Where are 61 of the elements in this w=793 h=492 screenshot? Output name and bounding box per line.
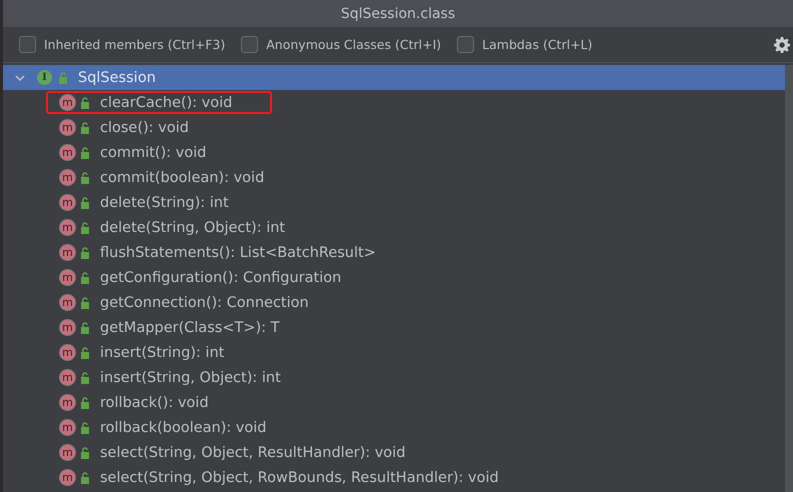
unlocked-padlock-icon <box>80 346 91 358</box>
unlocked-padlock-icon <box>80 472 91 484</box>
unlocked-padlock-icon <box>80 296 91 308</box>
checkbox-label[interactable]: Lambdas (Ctrl+L) <box>482 37 592 52</box>
tree-item[interactable]: commit(boolean): void <box>100 170 264 186</box>
tree-item[interactable]: close(): void <box>100 120 189 136</box>
checkbox-label[interactable]: Anonymous Classes (Ctrl+I) <box>266 37 442 52</box>
unlocked-padlock-icon <box>80 372 91 384</box>
unlocked-padlock-icon <box>80 446 91 458</box>
method-icon: m <box>60 145 75 160</box>
tree-item[interactable]: delete(String): int <box>100 194 229 210</box>
method-icon: m <box>60 320 75 335</box>
method-icon: m <box>60 270 75 285</box>
unlocked-padlock-icon <box>80 222 91 234</box>
tree-item[interactable]: commit(): void <box>100 144 206 160</box>
tree-item[interactable]: insert(String, Object): int <box>100 370 281 386</box>
tree-item[interactable]: getConfiguration(): Configuration <box>100 270 342 286</box>
tree-item-label: SqlSession <box>78 70 156 86</box>
method-icon: m <box>60 170 75 185</box>
method-icon: m <box>60 420 75 435</box>
checkbox-label[interactable]: Inherited members (Ctrl+F3) <box>44 37 226 52</box>
tree-item[interactable]: getMapper(Class<T>): T <box>100 320 280 336</box>
window-title: SqlSession.class <box>340 6 456 22</box>
checkbox[interactable] <box>19 36 36 53</box>
method-icon: m <box>60 345 75 360</box>
tree-item[interactable]: I SqlSession <box>3 65 785 90</box>
tree-item[interactable]: select(String, Object, ResultHandler): void <box>100 444 406 460</box>
tree-item[interactable]: insert(String): int <box>100 344 224 360</box>
method-icon: m <box>60 120 75 135</box>
method-icon: m <box>60 295 75 310</box>
checkbox[interactable] <box>241 36 258 53</box>
unlocked-padlock-icon <box>58 72 69 84</box>
unlocked-padlock-icon <box>80 172 91 184</box>
method-icon: m <box>60 445 75 460</box>
unlocked-padlock-icon <box>80 196 91 208</box>
tree-item[interactable]: rollback(): void <box>100 394 209 410</box>
scrollbar[interactable] <box>785 65 793 492</box>
method-icon: m <box>60 470 75 485</box>
unlocked-padlock-icon <box>80 396 91 408</box>
checkbox[interactable] <box>457 36 474 53</box>
tree-item[interactable]: select(String, Object, RowBounds, ResultHandler): void <box>100 470 499 486</box>
unlocked-padlock-icon <box>80 122 91 134</box>
unlocked-padlock-icon <box>80 96 91 108</box>
method-icon: m <box>60 395 75 410</box>
method-icon: m <box>60 220 75 235</box>
tree-item[interactable]: rollback(boolean): void <box>100 420 266 436</box>
tree-item[interactable]: flushStatements(): List<BatchResult> <box>100 244 376 260</box>
method-icon: m <box>60 370 75 385</box>
method-icon: m <box>60 95 75 110</box>
unlocked-padlock-icon <box>80 146 91 158</box>
tree-item[interactable]: delete(String, Object): int <box>100 220 286 236</box>
unlocked-padlock-icon <box>80 322 91 334</box>
method-icon: m <box>60 195 75 210</box>
interface-icon: I <box>37 70 52 85</box>
tree-item[interactable]: clearCache(): void <box>100 94 232 110</box>
unlocked-padlock-icon <box>80 422 91 434</box>
tree-item[interactable]: getConnection(): Connection <box>100 294 309 310</box>
settings-icon[interactable] <box>774 36 790 52</box>
method-icon: m <box>60 245 75 260</box>
unlocked-padlock-icon <box>80 246 91 258</box>
unlocked-padlock-icon <box>80 272 91 284</box>
